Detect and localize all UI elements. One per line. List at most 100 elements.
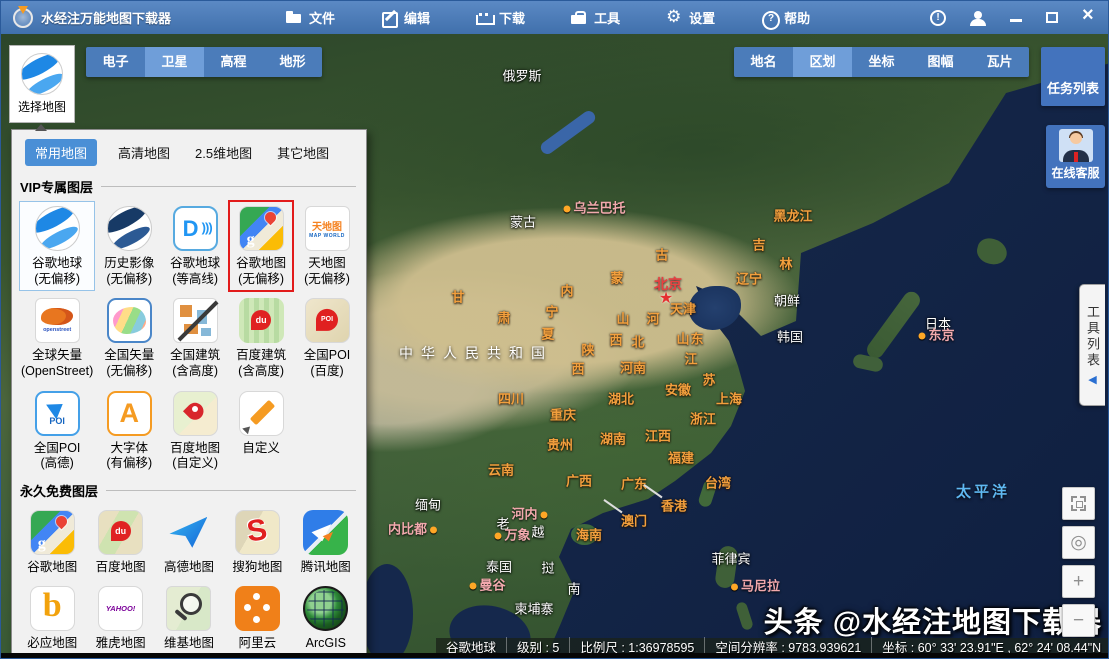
layer-sublabel: (含高度) bbox=[172, 364, 218, 380]
map-andaman-sea bbox=[361, 564, 413, 659]
tab-other-maps[interactable]: 其它地图 bbox=[273, 139, 333, 166]
tab-coordinates[interactable]: 坐标 bbox=[852, 47, 911, 77]
layer-sogou-maps[interactable]: 搜狗地图 bbox=[224, 505, 290, 580]
custom-edit-icon bbox=[239, 391, 284, 436]
map-zoom-controls: ◎ + − bbox=[1062, 487, 1095, 637]
layer-tencent-maps[interactable]: 腾讯地图 bbox=[293, 505, 359, 580]
layer-grid: 谷歌地球(无偏移)历史影像(无偏移)谷歌地球(等高线)谷歌地图(无偏移)天地图(… bbox=[12, 198, 366, 477]
toolbox-icon bbox=[571, 11, 587, 25]
tab-hd-maps[interactable]: 高清地图 bbox=[114, 139, 174, 166]
layer-arcgis[interactable]: ArcGIS bbox=[293, 581, 359, 655]
large-font-icon bbox=[107, 391, 152, 436]
avatar-tie bbox=[1074, 152, 1078, 162]
google-earth-icon bbox=[35, 206, 80, 251]
layer-label: 全国POI bbox=[304, 348, 351, 364]
tab-tiles[interactable]: 瓦片 bbox=[970, 47, 1029, 77]
layer-large-font[interactable]: 大字体(有偏移) bbox=[97, 386, 161, 476]
notification-icon[interactable] bbox=[930, 10, 946, 26]
layer-baidu-maps[interactable]: 百度地图 bbox=[87, 505, 153, 580]
google-maps-icon bbox=[239, 206, 284, 251]
layer-google-maps[interactable]: 谷歌地图 bbox=[19, 505, 85, 580]
layer-baidu-custom[interactable]: 百度地图(自定义) bbox=[163, 386, 227, 476]
layer-china-vector[interactable]: 全国矢量(无偏移) bbox=[97, 293, 161, 383]
folder-icon bbox=[286, 11, 302, 25]
layer-google-maps[interactable]: 谷歌地图(无偏移) bbox=[228, 200, 294, 292]
tool-list-label: 工具列表 bbox=[1083, 305, 1102, 369]
download-icon bbox=[476, 11, 492, 25]
layer-buildings[interactable]: 全国建筑(含高度) bbox=[163, 293, 227, 383]
tab-terrain[interactable]: 地形 bbox=[263, 47, 322, 77]
panel-tabs: 常用地图高清地图 2.5维地图其它地图 bbox=[12, 130, 366, 173]
section-header: 永久免费图层 bbox=[20, 481, 356, 500]
layer-sublabel: (含高度) bbox=[238, 364, 284, 380]
layer-poi-baidu[interactable]: 全国POI(百度) bbox=[295, 293, 359, 383]
zoom-out-button[interactable]: − bbox=[1062, 604, 1095, 637]
layer-label: 历史影像 bbox=[104, 256, 154, 272]
minimize-button[interactable] bbox=[1010, 19, 1022, 22]
customer-service-label: 在线客服 bbox=[1051, 164, 1099, 181]
menu-edit[interactable]: 编辑 bbox=[381, 8, 430, 27]
layer-label: 搜狗地图 bbox=[232, 560, 282, 576]
customer-service-avatar bbox=[1059, 129, 1093, 162]
layer-poi-gaode[interactable]: 全国POI(高德) bbox=[19, 386, 95, 476]
menu-file[interactable]: 文件 bbox=[286, 8, 335, 27]
menu-download-label: 下载 bbox=[499, 8, 525, 27]
layer-sublabel: (无偏移) bbox=[304, 272, 350, 288]
layer-baidu-buildings[interactable]: 百度建筑(含高度) bbox=[229, 293, 293, 383]
buildings-icon bbox=[173, 298, 218, 343]
layer-yahoo-maps[interactable]: 雅虎地图 bbox=[87, 581, 153, 655]
tab-elevation[interactable]: 高程 bbox=[204, 47, 263, 77]
layer-label: 全国POI bbox=[34, 441, 81, 457]
layer-sublabel: (等高线) bbox=[172, 272, 218, 288]
zoom-in-button[interactable]: + bbox=[1062, 565, 1095, 598]
layer-custom-edit[interactable]: 自定义 bbox=[229, 386, 293, 476]
menu-tools[interactable]: 工具 bbox=[571, 8, 620, 27]
section-divider bbox=[106, 490, 356, 491]
layer-label: ArcGIS bbox=[306, 636, 346, 652]
layer-label: 自定义 bbox=[242, 441, 280, 457]
close-button[interactable] bbox=[1082, 11, 1096, 25]
task-list-button[interactable]: 任务列表 bbox=[1041, 47, 1105, 106]
edit-icon bbox=[381, 11, 397, 25]
layer-history-imagery[interactable]: 历史影像(无偏移) bbox=[97, 201, 161, 291]
tianditu-icon bbox=[305, 206, 350, 251]
wiki-maps-icon bbox=[166, 586, 211, 631]
user-icon[interactable] bbox=[970, 11, 986, 25]
layer-aliyun[interactable]: 阿里云 bbox=[224, 581, 290, 655]
google-earth-contour-icon bbox=[173, 206, 218, 251]
section-header: VIP专属图层 bbox=[20, 177, 356, 196]
tool-list-tab[interactable]: 工具列表 ◀ bbox=[1079, 284, 1105, 406]
layer-wiki-maps[interactable]: 维基地图 bbox=[156, 581, 222, 655]
panel-anchor-caret bbox=[35, 124, 47, 131]
layer-bing-maps[interactable]: 必应地图 bbox=[19, 581, 85, 655]
layer-openstreet[interactable]: 全球矢量(OpenStreet) bbox=[19, 293, 95, 383]
customer-service-button[interactable]: 在线客服 bbox=[1046, 125, 1105, 188]
app-title: 水经注万能地图下载器 bbox=[41, 8, 171, 27]
layer-label: 百度建筑 bbox=[236, 348, 286, 364]
tab-districts[interactable]: 区划 bbox=[793, 47, 852, 77]
layer-label: 百度地图 bbox=[96, 560, 146, 576]
layer-label: 维基地图 bbox=[164, 636, 214, 652]
menu-download[interactable]: 下载 bbox=[476, 8, 525, 27]
map-select-panel: 常用地图高清地图2.5维地图其它地图 VIP专属图层谷歌地球(无偏移)历史影像(… bbox=[11, 129, 367, 655]
layer-tianditu[interactable]: 天地图(无偏移) bbox=[295, 201, 359, 291]
locate-button[interactable]: ◎ bbox=[1062, 526, 1095, 559]
yahoo-maps-icon bbox=[98, 586, 143, 631]
menu-help[interactable]: 帮助 bbox=[761, 8, 810, 27]
layer-gaode-maps[interactable]: 高德地图 bbox=[156, 505, 222, 580]
layer-sublabel: (无偏移) bbox=[34, 272, 80, 288]
fit-view-icon bbox=[1071, 496, 1086, 511]
menu-help-label: 帮助 bbox=[784, 8, 810, 27]
layer-google-earth-contour[interactable]: 谷歌地球(等高线) bbox=[163, 201, 227, 291]
layer-google-earth[interactable]: 谷歌地球(无偏移) bbox=[19, 201, 95, 291]
select-map-button[interactable]: 选择地图 bbox=[9, 45, 75, 123]
maximize-button[interactable] bbox=[1046, 12, 1058, 23]
tab-placenames[interactable]: 地名 bbox=[734, 47, 793, 77]
menu-settings[interactable]: 设置 bbox=[666, 8, 715, 27]
tab-common-maps[interactable]: 常用地图 bbox=[25, 139, 97, 166]
tab-satellite[interactable]: 卫星 bbox=[145, 47, 204, 77]
tab-25d-maps[interactable]: 2.5维地图 bbox=[191, 139, 256, 166]
tab-electronic[interactable]: 电子 bbox=[86, 47, 145, 77]
fit-view-button[interactable] bbox=[1062, 487, 1095, 520]
tab-mapsheet[interactable]: 图幅 bbox=[911, 47, 970, 77]
